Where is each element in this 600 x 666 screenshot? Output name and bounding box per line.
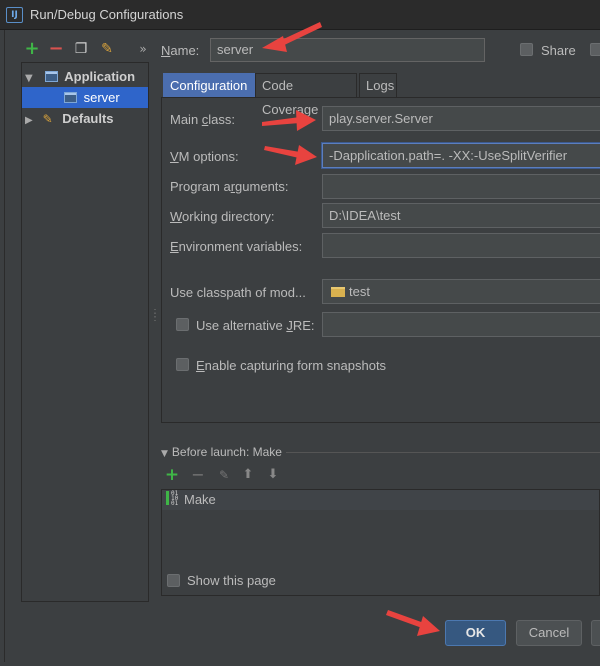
arrow-to-main-class — [262, 110, 316, 131]
annotation-arrows — [262, 22, 440, 636]
arrow-to-vm-options — [264, 145, 317, 165]
arrow-to-ok — [386, 610, 440, 636]
arrow-to-name — [262, 22, 322, 52]
